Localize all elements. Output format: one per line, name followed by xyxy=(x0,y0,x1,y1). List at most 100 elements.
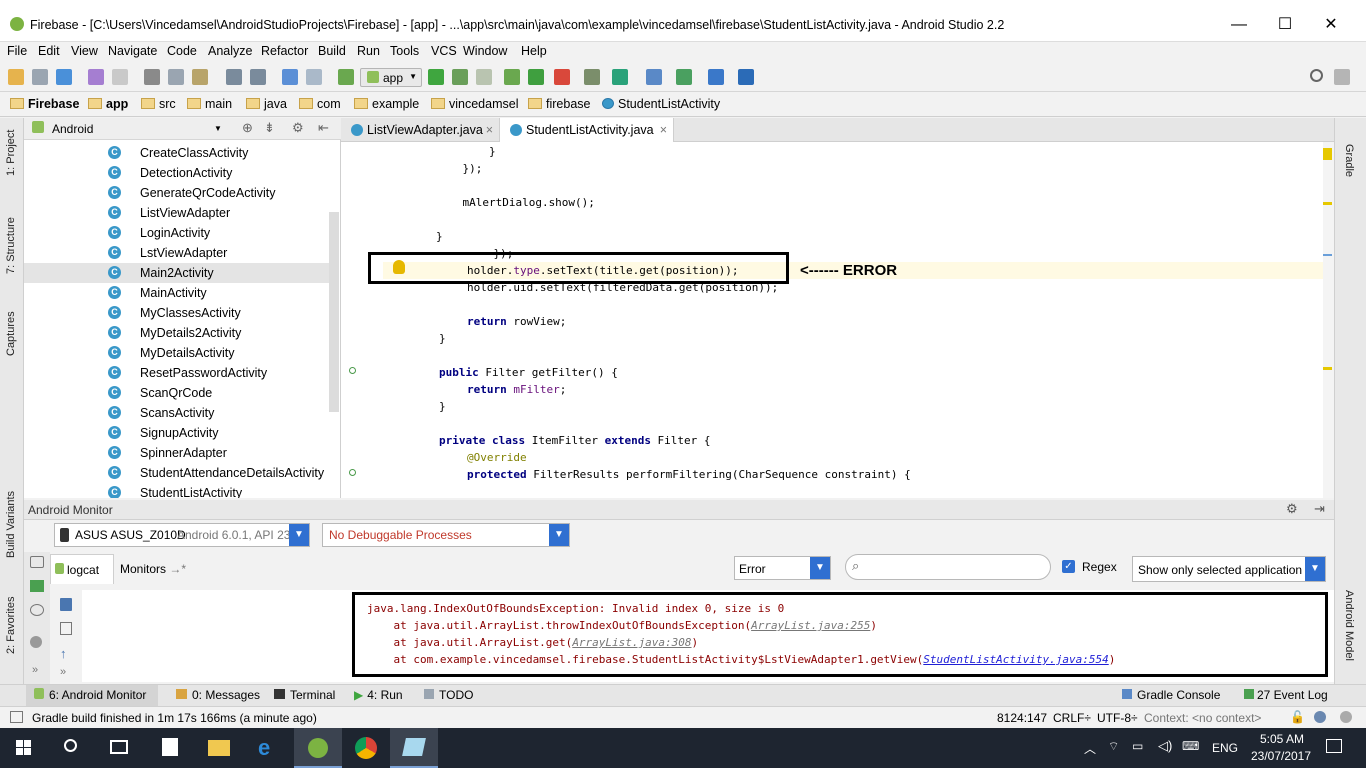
warning-marker[interactable] xyxy=(1323,367,1332,370)
profile-icon[interactable] xyxy=(476,69,492,85)
keyboard-icon[interactable]: ⌨ xyxy=(1182,739,1199,753)
close-icon[interactable]: × xyxy=(660,118,667,142)
tab-listviewadapter[interactable]: ListViewAdapter.java × xyxy=(341,118,499,142)
tree-item-scanqrcode[interactable]: C ScanQrCode xyxy=(24,383,329,403)
chrome-button[interactable] xyxy=(342,728,390,768)
hide-icon[interactable]: ⇤ xyxy=(318,120,329,136)
project-scrollbar[interactable] xyxy=(329,212,339,412)
breadcrumb-com[interactable]: com xyxy=(299,97,341,111)
android-studio-task[interactable] xyxy=(294,728,342,768)
logcat-filter-select[interactable]: Show only selected application ▼ xyxy=(1132,556,1326,582)
gradle-sync-icon[interactable] xyxy=(612,69,628,85)
editor-scrollbar[interactable] xyxy=(1323,142,1334,498)
menu-help[interactable]: Help xyxy=(521,44,547,58)
gear-icon[interactable]: ⚙ xyxy=(292,120,304,136)
menu-analyze[interactable]: Analyze xyxy=(208,44,252,58)
tree-item-mainactivity[interactable]: C MainActivity xyxy=(24,283,329,303)
system-info-icon[interactable] xyxy=(30,604,44,616)
screen-record-icon[interactable] xyxy=(30,580,44,592)
chevron-down-icon[interactable]: ▼ xyxy=(1305,557,1325,581)
file-explorer-button[interactable] xyxy=(196,728,244,768)
forward-icon[interactable] xyxy=(306,69,322,85)
save-icon[interactable] xyxy=(32,69,48,85)
line-separator[interactable]: CRLF÷ xyxy=(1053,711,1091,725)
clock-date[interactable]: 23/07/2017 xyxy=(1248,749,1314,763)
avd-manager-icon[interactable] xyxy=(584,69,600,85)
tree-item-signupactivity[interactable]: C SignupActivity xyxy=(24,423,329,443)
collapse-icon[interactable]: ⇟ xyxy=(264,120,275,136)
file-encoding[interactable]: UTF-8÷ xyxy=(1097,711,1138,725)
notifications-icon[interactable] xyxy=(1340,711,1352,723)
warning-marker[interactable] xyxy=(1323,148,1332,160)
device-select[interactable]: ASUS ASUS_Z010D Android 6.0.1, API 23 ▼ xyxy=(54,523,310,547)
lock-icon[interactable]: 🔓 xyxy=(1290,710,1305,724)
tree-item-generateqrcodeactivity[interactable]: C GenerateQrCodeActivity xyxy=(24,183,329,203)
copy-icon[interactable] xyxy=(168,69,184,85)
run-icon[interactable] xyxy=(428,69,444,85)
tree-item-myclassesactivity[interactable]: C MyClassesActivity xyxy=(24,303,329,323)
menu-vcs[interactable]: VCS xyxy=(431,44,457,58)
structure-tool-tab[interactable]: 7: Structure xyxy=(5,217,17,274)
terminate-icon[interactable] xyxy=(30,636,42,648)
close-icon[interactable]: × xyxy=(486,118,493,142)
trash-icon[interactable] xyxy=(60,598,72,611)
regex-checkbox[interactable]: ✓ xyxy=(1062,560,1075,573)
menu-window[interactable]: Window xyxy=(463,44,507,58)
tree-item-mydetails2activity[interactable]: C MyDetails2Activity xyxy=(24,323,329,343)
status-message[interactable]: Gradle build finished in 1m 17s 166ms (a… xyxy=(32,711,317,725)
stop-icon[interactable] xyxy=(554,69,570,85)
menu-navigate[interactable]: Navigate xyxy=(108,44,157,58)
store-button[interactable] xyxy=(146,728,194,768)
redo-icon[interactable] xyxy=(112,69,128,85)
close-button[interactable]: ✕ xyxy=(1308,10,1354,40)
back-icon[interactable] xyxy=(282,69,298,85)
replace-icon[interactable] xyxy=(250,69,266,85)
tab-messages[interactable]: 0: Messages xyxy=(176,688,260,702)
debug-icon[interactable] xyxy=(452,69,468,85)
run-config-select[interactable]: app ▼ xyxy=(360,68,422,87)
chevron-down-icon[interactable]: ▼ xyxy=(549,524,569,546)
project-structure-icon[interactable] xyxy=(646,69,662,85)
tab-todo[interactable]: TODO xyxy=(424,688,473,702)
tree-item-lstviewadapter[interactable]: C LstViewAdapter xyxy=(24,243,329,263)
attach-debugger-icon[interactable] xyxy=(504,69,520,85)
code-content[interactable]: } }); mAlertDialog.show(); } }); holder.… xyxy=(383,142,1323,498)
warning-marker[interactable] xyxy=(1323,202,1332,205)
tree-item-resetpasswordactivity[interactable]: C ResetPasswordActivity xyxy=(24,363,329,383)
maximize-button[interactable]: ☐ xyxy=(1262,10,1308,40)
tree-item-main2activity[interactable]: C Main2Activity xyxy=(24,263,329,283)
tree-item-studentattendancedetailsactivity[interactable]: C StudentAttendanceDetailsActivity xyxy=(24,463,329,483)
android-model-tool-tab[interactable]: Android Model xyxy=(1343,590,1355,661)
notification-center-icon[interactable] xyxy=(1326,739,1342,753)
breadcrumb-java[interactable]: java xyxy=(246,97,287,111)
more-icon[interactable]: » xyxy=(60,666,66,678)
breadcrumb-example[interactable]: example xyxy=(354,97,419,111)
sdk-manager-icon[interactable] xyxy=(676,69,692,85)
lightbulb-icon[interactable] xyxy=(393,260,405,274)
hide-icon[interactable]: ⇥ xyxy=(1314,501,1325,517)
tree-item-scansactivity[interactable]: C ScansActivity xyxy=(24,403,329,423)
favorites-tool-tab[interactable]: 2: Favorites xyxy=(5,597,17,654)
paste-icon[interactable] xyxy=(192,69,208,85)
info-marker[interactable] xyxy=(1323,254,1332,256)
chevron-up-icon[interactable]: ︿ xyxy=(1084,740,1096,757)
breadcrumb-firebase-pkg[interactable]: firebase xyxy=(528,97,590,111)
tab-monitors[interactable]: Monitors →* xyxy=(120,562,186,576)
project-tool-tab[interactable]: 1: Project xyxy=(5,130,17,176)
screenshot-icon[interactable] xyxy=(30,556,44,568)
logcat-search-input[interactable]: ⌕ xyxy=(845,554,1051,580)
menu-tools[interactable]: Tools xyxy=(390,44,419,58)
gradle-tool-tab[interactable]: Gradle xyxy=(1343,144,1355,177)
project-view-mode[interactable]: Android xyxy=(52,122,93,136)
search-everywhere-icon[interactable] xyxy=(1310,69,1323,82)
override-marker-icon[interactable] xyxy=(349,469,356,476)
tree-item-loginactivity[interactable]: C LoginActivity xyxy=(24,223,329,243)
tab-terminal[interactable]: Terminal xyxy=(274,688,335,702)
menu-run[interactable]: Run xyxy=(357,44,380,58)
breadcrumb-studentlistactivity[interactable]: StudentListActivity xyxy=(602,97,720,111)
breadcrumb-firebase[interactable]: Firebase xyxy=(10,97,79,111)
tree-item-detectionactivity[interactable]: C DetectionActivity xyxy=(24,163,329,183)
clock-time[interactable]: 5:05 AM xyxy=(1256,732,1308,746)
restart-icon[interactable] xyxy=(60,622,72,635)
build-variants-tool-tab[interactable]: Build Variants xyxy=(5,491,17,558)
